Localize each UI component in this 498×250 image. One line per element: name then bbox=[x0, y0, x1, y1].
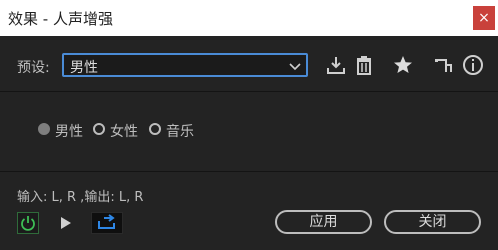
star-icon[interactable] bbox=[392, 54, 414, 76]
radio-circle bbox=[149, 123, 161, 135]
radio-label-male: 男性 bbox=[55, 124, 83, 140]
download-icon[interactable] bbox=[325, 54, 347, 76]
play-icon[interactable] bbox=[59, 216, 73, 230]
routing-icon[interactable] bbox=[433, 54, 455, 76]
apply-button[interactable]: 应用 bbox=[275, 210, 372, 234]
preset-value: 男性 bbox=[70, 60, 98, 76]
radio-circle bbox=[93, 123, 105, 135]
radio-label-music: 音乐 bbox=[166, 124, 194, 140]
loop-playback-button[interactable] bbox=[91, 212, 123, 234]
close-button[interactable]: 关闭 bbox=[384, 210, 481, 234]
power-icon bbox=[21, 216, 35, 231]
divider bbox=[0, 171, 498, 172]
radio-label-female: 女性 bbox=[110, 124, 138, 140]
io-channels-text: 输入: L, R ,输出: L, R bbox=[17, 190, 144, 205]
preset-dropdown[interactable]: 男性 bbox=[62, 53, 308, 77]
window-title: 效果 - 人声增强 bbox=[8, 10, 113, 28]
trash-icon[interactable] bbox=[353, 54, 375, 76]
effect-window: 效果 - 人声增强 × 预设: 男性 男性 女性 音乐 输入: L, R ,输出… bbox=[0, 0, 498, 250]
power-toggle-button[interactable] bbox=[17, 212, 39, 234]
loop-icon bbox=[98, 214, 115, 229]
chevron-down-icon bbox=[289, 63, 301, 71]
radio-circle bbox=[38, 123, 50, 135]
divider bbox=[0, 91, 498, 92]
close-window-button[interactable]: × bbox=[473, 6, 495, 30]
title-bar: 效果 - 人声增强 × bbox=[0, 0, 498, 36]
info-icon[interactable] bbox=[462, 54, 484, 76]
preset-label: 预设: bbox=[17, 60, 50, 76]
